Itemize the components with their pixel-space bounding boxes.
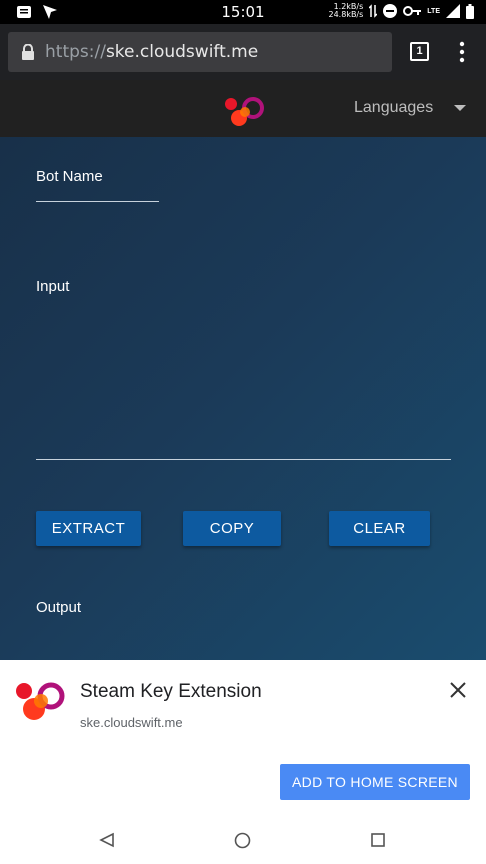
install-banner: Steam Key Extension ske.cloudswift.me AD…: [0, 660, 486, 816]
app-title: Steam Key Extension: [80, 681, 262, 702]
languages-dropdown[interactable]: Languages: [354, 99, 433, 117]
input-textarea[interactable]: [36, 459, 451, 460]
do-not-disturb-icon: [383, 4, 398, 18]
add-to-home-screen-button[interactable]: ADD TO HOME SCREEN: [280, 764, 470, 800]
extract-button[interactable]: EXTRACT: [36, 511, 141, 546]
tab-switcher-button[interactable]: 1: [410, 42, 429, 61]
address-bar[interactable]: https://ske.cloudswift.me: [8, 32, 392, 72]
back-icon[interactable]: [99, 832, 115, 848]
status-bar: 15:01 1.2kB/s 24.8kB/s LTE: [0, 0, 486, 24]
download-speed: 24.8kB/s: [328, 10, 364, 19]
more-options-icon[interactable]: [455, 40, 469, 64]
system-nav-bar: [0, 816, 486, 864]
site-navbar: Languages: [0, 80, 486, 137]
battery-icon: [466, 3, 474, 19]
browser-toolbar: https://ske.cloudswift.me 1: [0, 24, 486, 80]
url-host: ske.cloudswift.me: [105, 42, 259, 62]
lock-icon: [22, 44, 34, 60]
bot-name-label: Bot Name: [36, 168, 103, 185]
network-speed: 1.2kB/s 24.8kB/s: [329, 3, 364, 19]
signal-icon: [446, 4, 460, 18]
app-url: ske.cloudswift.me: [80, 715, 183, 730]
data-transfer-icon: [369, 4, 378, 18]
main-content: Bot Name Input EXTRACT COPY CLEAR Output: [0, 137, 486, 660]
url-text: https://ske.cloudswift.me: [45, 42, 258, 62]
url-scheme: https://: [45, 42, 106, 62]
key-icon: [403, 6, 422, 16]
recent-apps-icon[interactable]: [371, 833, 385, 847]
network-type: LTE: [427, 7, 440, 15]
input-label: Input: [36, 278, 70, 295]
bot-name-field[interactable]: [36, 201, 159, 202]
system-icons: 1.2kB/s 24.8kB/s LTE: [329, 3, 474, 19]
output-label: Output: [36, 599, 82, 616]
close-icon[interactable]: [449, 681, 467, 699]
site-logo[interactable]: [223, 94, 265, 128]
clear-button[interactable]: CLEAR: [329, 511, 430, 546]
copy-button[interactable]: COPY: [183, 511, 281, 546]
app-icon: [16, 682, 65, 720]
home-icon[interactable]: [234, 832, 251, 849]
chevron-down-icon[interactable]: [454, 105, 466, 111]
